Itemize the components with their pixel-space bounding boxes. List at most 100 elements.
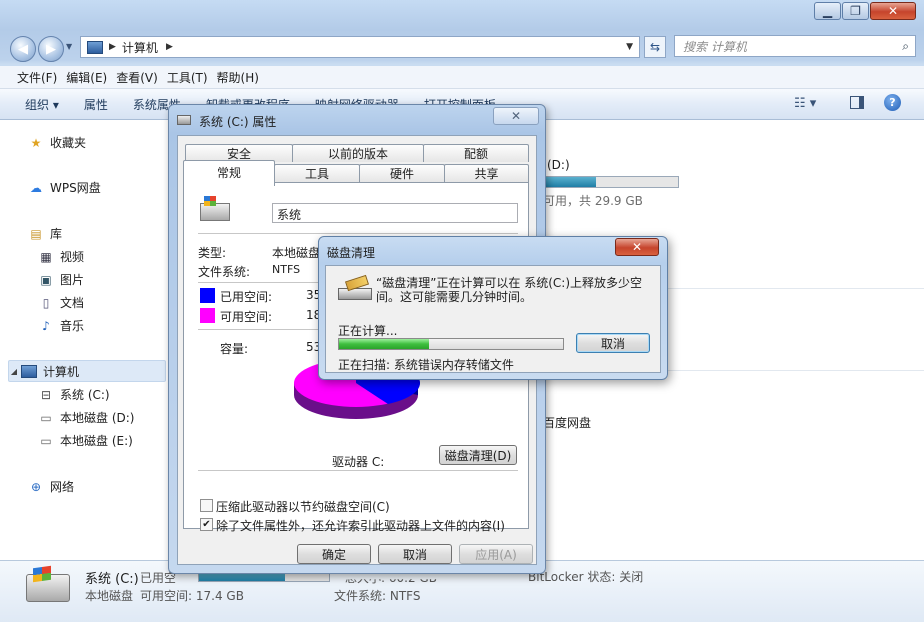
tab-general[interactable]: 常规	[183, 160, 275, 186]
sidebar-item-library[interactable]: ▤ 库	[28, 225, 62, 242]
sidebar-item-drive-d[interactable]: ▭ 本地磁盘 (D:)	[38, 409, 134, 426]
minimize-button[interactable]: ▁	[814, 2, 841, 20]
hard-drive-icon: ▭	[40, 410, 52, 425]
network-icon: ⊕	[30, 479, 42, 494]
compress-checkbox[interactable]	[200, 499, 213, 512]
drive-d-title[interactable]: (D:)	[547, 158, 570, 172]
properties-title: 系统 (C:) 属性	[199, 115, 277, 129]
search-input[interactable]: 搜索 计算机 ⌕	[674, 35, 916, 57]
computer-icon	[87, 40, 103, 54]
properties-close-button[interactable]: ✕	[493, 107, 539, 125]
cleanup-progress-bar	[338, 338, 564, 350]
expand-arrow-icon: ◢	[10, 366, 18, 376]
volume-name-input[interactable]: 系统	[272, 203, 518, 223]
system-drive-icon	[200, 196, 230, 221]
cancel-button[interactable]: 取消	[378, 544, 452, 564]
compress-label[interactable]: 压缩此驱动器以节约磁盘空间(C)	[216, 498, 390, 515]
recent-pages-icon[interactable]: ▼	[66, 42, 72, 51]
calculating-label: 正在计算...	[338, 324, 398, 338]
forward-button[interactable]: ▶	[38, 36, 64, 62]
picture-icon: ▣	[40, 272, 52, 287]
used-space-label: 已用空间:	[220, 290, 273, 304]
document-icon: ▯	[42, 295, 50, 310]
type-label: 类型:	[198, 246, 227, 260]
help-icon[interactable]: ?	[884, 94, 901, 111]
divider	[198, 470, 518, 471]
tab-hardware[interactable]: 硬件	[359, 164, 445, 182]
back-button[interactable]: ◀	[10, 36, 36, 62]
menu-help[interactable]: 帮助(H)	[217, 69, 268, 86]
close-button[interactable]: ✕	[870, 2, 916, 20]
properties-button[interactable]: 属性	[84, 96, 108, 113]
filesystem-value: NTFS	[272, 263, 301, 276]
capacity-label: 容量:	[220, 342, 249, 356]
address-dropdown-icon[interactable]: ▼	[626, 42, 633, 52]
breadcrumb-computer[interactable]: 计算机	[122, 39, 158, 56]
index-label[interactable]: 除了文件属性外，还允许索引此驱动器上文件的内容(I)	[216, 517, 505, 534]
free-space-swatch	[200, 308, 215, 323]
view-options-icon[interactable]: ☷ ▾	[794, 96, 816, 111]
sidebar-item-network[interactable]: ⊕ 网络	[28, 478, 74, 495]
divider	[198, 233, 518, 234]
navigation-pane: ★ 收藏夹 ☁ WPS网盘 ▤ 库 ▦ 视频 ▣ 图片 ▯ 文档 ♪ 音乐 ◢ 计算机 ⊟ 系统 …	[0, 120, 171, 560]
cleanup-body: “磁盘清理”正在计算可以在 系统(C:)上释放多少空间。这可能需要几分钟时间。 …	[325, 265, 661, 373]
ok-button[interactable]: 确定	[297, 544, 371, 564]
cleanup-progress-fill	[339, 339, 429, 349]
search-icon: ⌕	[902, 38, 909, 53]
menu-view[interactable]: 查看(V)	[116, 69, 167, 86]
organize-button[interactable]: 组织 ▾	[25, 96, 59, 113]
sidebar-item-documents[interactable]: ▯ 文档	[38, 294, 84, 311]
details-drive-name: 系统 (C:)	[85, 572, 139, 587]
preview-pane-icon[interactable]	[850, 96, 864, 109]
cleanup-message: “磁盘清理”正在计算可以在 系统(C:)上释放多少空间。这可能需要几分钟时间。	[376, 276, 643, 304]
sidebar-item-favorites[interactable]: ★ 收藏夹	[28, 134, 86, 151]
sidebar-item-videos[interactable]: ▦ 视频	[38, 248, 84, 265]
disk-cleanup-icon	[338, 274, 372, 302]
drive-small-icon	[177, 115, 191, 125]
disk-cleanup-button[interactable]: 磁盘清理(D)	[439, 445, 517, 465]
drive-label: 驱动器 C:	[332, 455, 385, 469]
refresh-button[interactable]: ⇆	[644, 36, 666, 58]
menu-file[interactable]: 文件(F)	[0, 69, 66, 86]
system-drive-icon	[26, 565, 70, 602]
drive-d-space: 可用，共 29.9 GB	[543, 194, 643, 208]
baidu-drive-label[interactable]: 百度网盘	[543, 414, 591, 431]
menu-edit[interactable]: 编辑(E)	[66, 69, 116, 86]
filesystem-label: 文件系统:	[198, 265, 251, 279]
menu-tools[interactable]: 工具(T)	[167, 69, 217, 86]
sidebar-item-drive-c[interactable]: ⊟ 系统 (C:)	[38, 386, 110, 403]
sidebar-item-wps[interactable]: ☁ WPS网盘	[28, 179, 101, 196]
menu-bar: 文件(F) 编辑(E) 查看(V) 工具(T) 帮助(H)	[0, 66, 924, 89]
disk-cleanup-dialog: 磁盘清理 ✕ “磁盘清理”正在计算可以在 系统(C:)上释放多少空间。这可能需要…	[318, 236, 668, 380]
tab-quota[interactable]: 配额	[423, 144, 529, 162]
details-free: 可用空间: 17.4 GB	[140, 589, 244, 603]
video-icon: ▦	[40, 249, 52, 264]
maximize-button[interactable]: ❐	[842, 2, 869, 20]
cloud-icon: ☁	[30, 180, 42, 195]
library-icon: ▤	[30, 226, 42, 241]
apply-button[interactable]: 应用(A)	[459, 544, 533, 564]
sidebar-item-music[interactable]: ♪ 音乐	[38, 317, 84, 334]
system-drive-icon: ⊟	[40, 387, 52, 402]
tab-tools[interactable]: 工具	[274, 164, 360, 182]
tab-previous-versions[interactable]: 以前的版本	[292, 144, 424, 162]
star-icon: ★	[30, 135, 42, 150]
cleanup-close-button[interactable]: ✕	[615, 238, 659, 256]
used-space-swatch	[200, 288, 215, 303]
sidebar-item-pictures[interactable]: ▣ 图片	[38, 271, 84, 288]
music-icon: ♪	[42, 318, 50, 333]
breadcrumb-separator-icon: ▶	[165, 42, 173, 52]
computer-icon	[21, 364, 37, 378]
address-bar[interactable]: ▶ 计算机 ▶ ▼	[80, 36, 640, 58]
cleanup-cancel-button[interactable]: 取消	[576, 333, 650, 353]
free-space-label: 可用空间:	[220, 310, 273, 324]
search-placeholder: 搜索 计算机	[683, 39, 747, 54]
index-checkbox[interactable]: ✔	[200, 518, 213, 531]
drive-d-usage-bar	[541, 176, 679, 188]
details-type: 本地磁盘	[85, 589, 134, 603]
hard-drive-icon: ▭	[40, 433, 52, 448]
tab-sharing[interactable]: 共享	[444, 164, 529, 182]
details-filesystem: 文件系统: NTFS	[334, 589, 421, 603]
sidebar-item-drive-e[interactable]: ▭ 本地磁盘 (E:)	[38, 432, 132, 449]
sidebar-item-computer[interactable]: ◢ 计算机	[8, 360, 166, 382]
